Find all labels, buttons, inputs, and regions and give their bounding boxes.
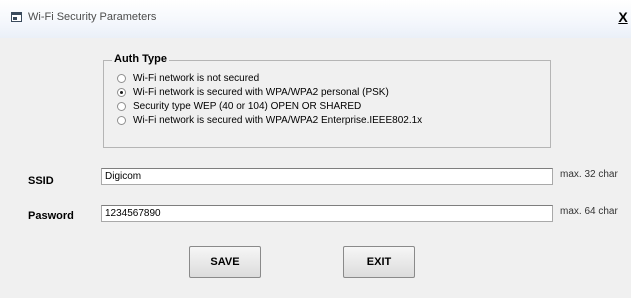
radio-label: Wi-Fi network is not secured bbox=[133, 73, 260, 84]
auth-type-legend: Auth Type bbox=[112, 53, 169, 65]
password-input[interactable]: 1234567890 bbox=[101, 205, 553, 222]
auth-type-group: Auth Type Wi-Fi network is not secured W… bbox=[103, 53, 551, 148]
radio-label: Wi-Fi network is secured with WPA/WPA2 E… bbox=[133, 115, 423, 126]
radio-selected-dot bbox=[120, 91, 123, 94]
window-app-icon bbox=[11, 12, 22, 22]
exit-button[interactable]: EXIT bbox=[343, 246, 415, 278]
close-icon[interactable]: X bbox=[617, 9, 629, 25]
wifi-security-dialog: Wi-Fi Security Parameters X Auth Type Wi… bbox=[0, 0, 631, 298]
save-button[interactable]: SAVE bbox=[189, 246, 261, 278]
radio-button[interactable] bbox=[117, 74, 126, 83]
radio-label: Security type WEP (40 or 104) OPEN OR SH… bbox=[133, 101, 362, 112]
password-label: Pasword bbox=[28, 210, 74, 222]
ssid-max-hint: max. 32 char bbox=[560, 169, 618, 180]
ssid-input[interactable]: Digicom bbox=[101, 168, 553, 185]
radio-button[interactable] bbox=[117, 102, 126, 111]
radio-label: Wi-Fi network is secured with WPA/WPA2 p… bbox=[133, 87, 389, 98]
window-title: Wi-Fi Security Parameters bbox=[28, 11, 157, 23]
ssid-label: SSID bbox=[28, 175, 54, 187]
title-bar[interactable]: Wi-Fi Security Parameters X bbox=[0, 0, 631, 38]
radio-button-selected[interactable] bbox=[117, 88, 126, 97]
radio-button[interactable] bbox=[117, 116, 126, 125]
password-max-hint: max. 64 char bbox=[560, 206, 618, 217]
